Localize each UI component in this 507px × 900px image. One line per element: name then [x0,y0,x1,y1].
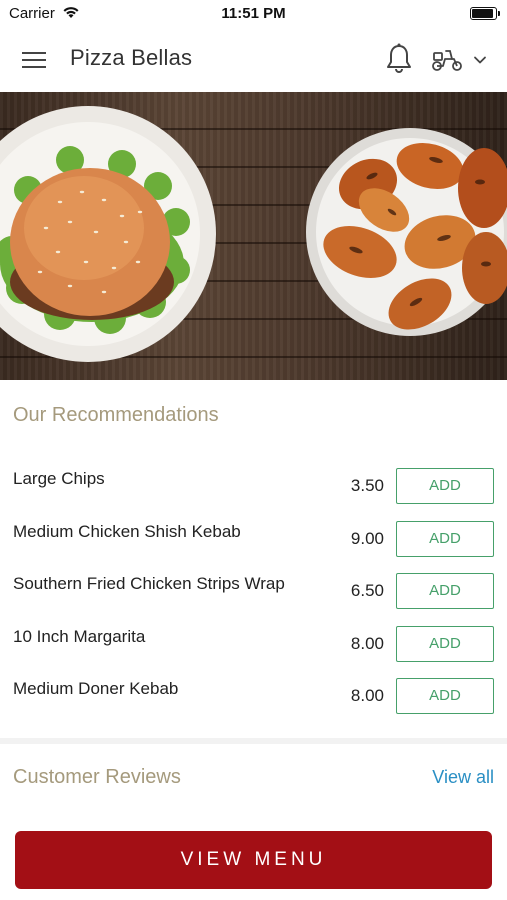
food-illustration [0,106,507,362]
add-button[interactable]: ADD [396,520,494,557]
item-name: 10 Inch Margarita [13,626,146,646]
reviews-title: Customer Reviews [13,766,181,788]
section-divider [0,738,507,744]
nav-bar: Pizza Bellas [0,28,507,92]
add-button[interactable]: ADD [396,678,494,714]
battery-level [472,9,493,18]
battery-icon [470,7,500,20]
chevron-down-icon[interactable] [470,50,490,70]
bell-icon[interactable] [384,42,414,76]
item-price: 9.00 [350,528,384,548]
menu-icon-line [22,52,46,54]
item-price: 8.00 [350,633,384,653]
menu-button[interactable] [22,49,48,71]
item-name: Medium Doner Kebab [13,679,179,698]
status-time: 11:51 PM [221,5,286,22]
item-name: Large Chips [13,469,105,488]
recommendations-list: Large Chips 3.50 ADD Medium Chicken Shis… [0,458,507,721]
add-button[interactable]: ADD [396,468,494,504]
item-price: 6.50 [350,581,384,600]
scooter-icon[interactable] [430,45,464,73]
status-bar: Carrier 11:51 PM [0,0,507,28]
menu-icon-line [22,66,46,68]
view-menu-button[interactable]: VIEW MENU [15,831,492,889]
item-price: 8.00 [350,686,384,705]
recommendations-title: Our Recommendations [13,404,219,426]
add-button[interactable]: ADD [396,625,494,662]
add-button[interactable]: ADD [396,573,494,609]
item-name: Southern Fried Chicken Strips Wrap [13,574,285,593]
list-item: 10 Inch Margarita 8.00 ADD [0,616,507,669]
item-name: Medium Chicken Shish Kebab [13,521,241,541]
item-price: 3.50 [350,476,384,495]
list-item: Large Chips 3.50 ADD [0,458,507,511]
menu-icon-line [22,59,46,61]
list-item: Medium Doner Kebab 8.00 ADD [0,668,507,721]
view-all-link[interactable]: View all [432,767,494,788]
hero-image [0,92,507,380]
list-item: Southern Fried Chicken Strips Wrap 6.50 … [0,563,507,616]
page-title: Pizza Bellas [70,45,193,70]
list-item: Medium Chicken Shish Kebab 9.00 ADD [0,511,507,564]
